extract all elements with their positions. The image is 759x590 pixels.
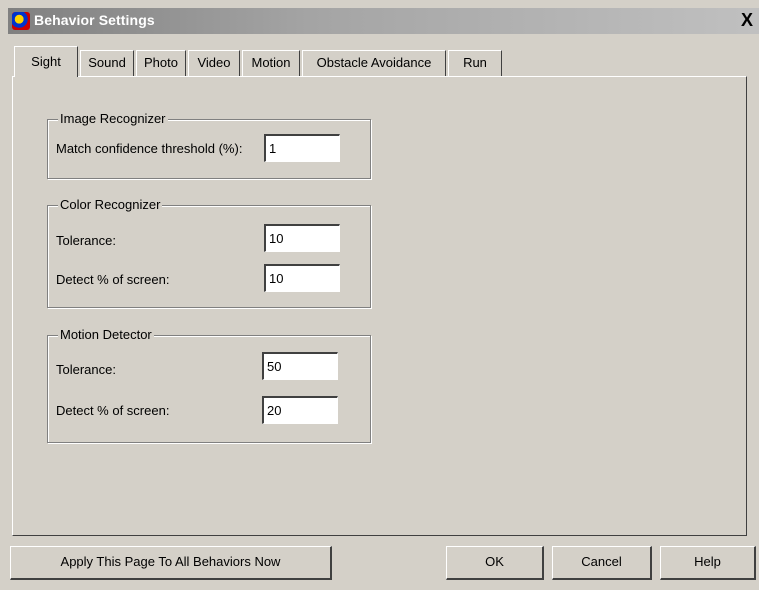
tab-motion[interactable]: Motion [242,50,300,76]
motion-detector-legend: Motion Detector [58,327,154,342]
help-button[interactable]: Help [660,546,756,580]
window-title: Behavior Settings [34,12,155,28]
image-recognizer-group: Image Recognizer Match confidence thresh… [47,111,371,179]
app-icon [12,12,30,30]
color-recognizer-legend: Color Recognizer [58,197,163,212]
close-button[interactable]: X [737,10,757,30]
color-recognizer-group: Color Recognizer Tolerance: Detect % of … [47,197,371,308]
color-tolerance-input[interactable] [264,224,340,252]
match-confidence-label: Match confidence threshold (%): [56,141,243,156]
tab-sound[interactable]: Sound [80,50,134,76]
tab-photo[interactable]: Photo [136,50,186,76]
apply-to-all-button[interactable]: Apply This Page To All Behaviors Now [10,546,332,580]
tab-sight[interactable]: Sight [14,46,78,77]
tab-panel-sight: Image Recognizer Match confidence thresh… [12,76,747,536]
motion-detect-input[interactable] [262,396,338,424]
color-detect-label: Detect % of screen: [56,272,170,287]
ok-button[interactable]: OK [446,546,544,580]
motion-detect-label: Detect % of screen: [56,403,170,418]
motion-detector-group: Motion Detector Tolerance: Detect % of s… [47,327,371,443]
color-tolerance-label: Tolerance: [56,233,116,248]
tab-run[interactable]: Run [448,50,502,76]
image-recognizer-legend: Image Recognizer [58,111,168,126]
title-bar[interactable]: Behavior Settings X [8,8,759,34]
tab-video[interactable]: Video [188,50,240,76]
motion-tolerance-label: Tolerance: [56,362,116,377]
tab-obstacle-avoidance[interactable]: Obstacle Avoidance [302,50,446,76]
motion-tolerance-input[interactable] [262,352,338,380]
color-detect-input[interactable] [264,264,340,292]
match-confidence-input[interactable] [264,134,340,162]
behavior-settings-dialog: Behavior Settings X Sight Sound Photo Vi… [0,0,759,590]
cancel-button[interactable]: Cancel [552,546,652,580]
